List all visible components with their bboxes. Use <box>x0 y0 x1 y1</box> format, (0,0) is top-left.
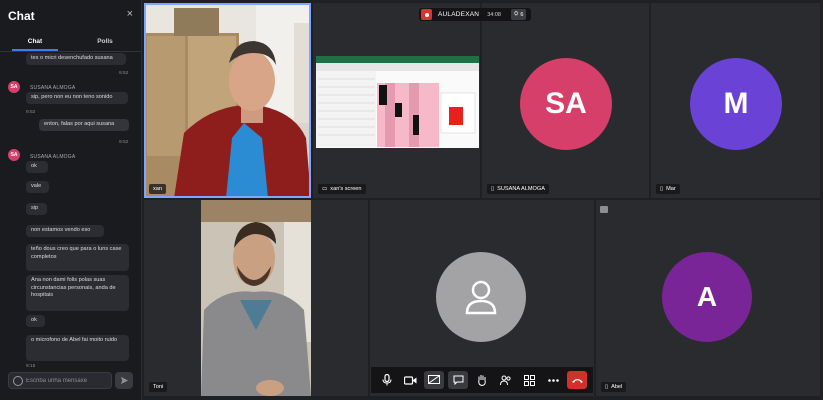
webcam-video <box>144 200 368 396</box>
muted-mic-icon: ▯ <box>491 186 495 192</box>
tile-view-button[interactable] <box>519 371 539 389</box>
chat-message: ok <box>26 315 45 327</box>
more-options-button[interactable] <box>543 371 563 389</box>
hang-up-button[interactable] <box>567 371 587 389</box>
elapsed-time: 34:08 <box>487 11 501 18</box>
avatar: A <box>662 252 752 342</box>
message-sender: SUSANA ALMOGA <box>30 85 76 91</box>
tab-polls[interactable]: Polls <box>70 38 140 45</box>
tile-view-icon <box>523 374 535 386</box>
avatar: SA <box>520 58 612 150</box>
participant-name-tag: xan <box>149 184 167 194</box>
chat-message: enton, falas por aqui susana <box>39 119 129 131</box>
message-time: 9:52 <box>119 140 129 145</box>
message-time: 9:52 <box>119 71 129 76</box>
participant-name: Mar <box>666 186 676 192</box>
camera-icon <box>404 375 417 385</box>
video-tile-xan[interactable]: xan <box>144 3 311 198</box>
avatar: SA <box>8 149 20 161</box>
microphone-button[interactable] <box>377 371 397 389</box>
chat-tabs: Chat Polls <box>0 34 141 52</box>
chat-panel: Chat × Chat Polls tes o micri desenchufa… <box>0 0 142 400</box>
message-time: 9:15 <box>26 364 36 369</box>
message-time: 9:52 <box>26 110 36 115</box>
microphone-icon <box>382 374 392 386</box>
video-tile-mar[interactable]: M ▯ Mar <box>651 3 820 198</box>
close-chat-icon[interactable]: × <box>127 8 133 20</box>
message-input[interactable] <box>26 375 108 386</box>
participant-name: xan's screen <box>330 186 362 192</box>
chat-message: sip <box>26 203 47 215</box>
participant-name: Toni <box>153 384 164 390</box>
participant-count: 6 <box>520 11 524 18</box>
chat-message: ok <box>26 161 48 173</box>
raise-hand-button[interactable] <box>472 371 492 389</box>
chat-message: sip, pero non eu non teno sonido <box>26 92 128 104</box>
send-icon <box>120 376 128 385</box>
chat-message: vale <box>26 181 49 193</box>
meeting-toolbar <box>371 367 593 393</box>
participants-icon <box>499 375 511 385</box>
chat-message: Ana non dami folis polas suas circunstan… <box>26 275 129 311</box>
participant-name: xan <box>153 186 163 192</box>
signal-icon <box>600 206 608 213</box>
recording-icon <box>421 9 432 20</box>
webcam-video <box>144 3 311 198</box>
send-button[interactable] <box>115 372 133 389</box>
room-name: AULADEXAN <box>438 11 480 18</box>
chat-message: non estamos vendo eso <box>26 225 104 237</box>
avatar: M <box>690 58 782 150</box>
chat-message: teño dous creo que para o luns case comp… <box>26 244 129 271</box>
participant-name-tag: ▭ xan's screen <box>318 184 366 194</box>
more-icon <box>547 378 559 382</box>
chat-title: Chat <box>8 9 35 23</box>
muted-mic-icon: ▯ <box>605 384 609 390</box>
people-icon: ⛭ <box>514 11 519 17</box>
video-tile-screen-share[interactable]: ▭ xan's screen <box>313 3 480 198</box>
participant-name-tag: Toni <box>149 382 168 392</box>
participant-name-tag: ▯ Mar <box>656 184 680 194</box>
emoji-icon[interactable] <box>13 376 23 386</box>
share-screen-button[interactable] <box>424 371 445 389</box>
chat-button[interactable] <box>448 371 469 389</box>
raise-hand-icon <box>478 375 486 386</box>
chat-icon <box>453 375 464 385</box>
avatar: SA <box>8 81 20 93</box>
participant-name-tag: ▯ Abel <box>601 382 627 392</box>
share-screen-icon <box>428 375 441 384</box>
participant-count-badge[interactable]: ⛭ 6 <box>511 9 527 20</box>
chat-message: o microfono de Abel fai moito ruido <box>26 335 129 361</box>
participant-name: Abel <box>611 384 623 390</box>
hang-up-icon <box>571 378 583 383</box>
shared-screen-thumbnail <box>313 3 480 198</box>
chat-message: tes o micri desenchufado susana <box>26 53 126 65</box>
participants-button[interactable] <box>496 371 516 389</box>
default-user-icon <box>436 252 526 342</box>
video-tile-toni[interactable]: Toni <box>144 200 368 396</box>
tab-chat[interactable]: Chat <box>0 38 70 51</box>
video-tile-abel[interactable]: A ▯ Abel <box>596 200 820 396</box>
participant-name: SUSANA ALMOGA <box>497 186 545 192</box>
message-sender: SUSANA ALMOGA <box>30 154 76 160</box>
muted-mic-icon: ▯ <box>660 186 664 192</box>
camera-button[interactable] <box>401 371 421 389</box>
video-tile-susana[interactable]: SA ▯ SUSANA ALMOGA <box>482 3 649 198</box>
participant-name-tag: ▯ SUSANA ALMOGA <box>487 184 549 194</box>
message-input-box[interactable] <box>8 372 112 389</box>
screen-share-icon: ▭ <box>322 186 328 192</box>
